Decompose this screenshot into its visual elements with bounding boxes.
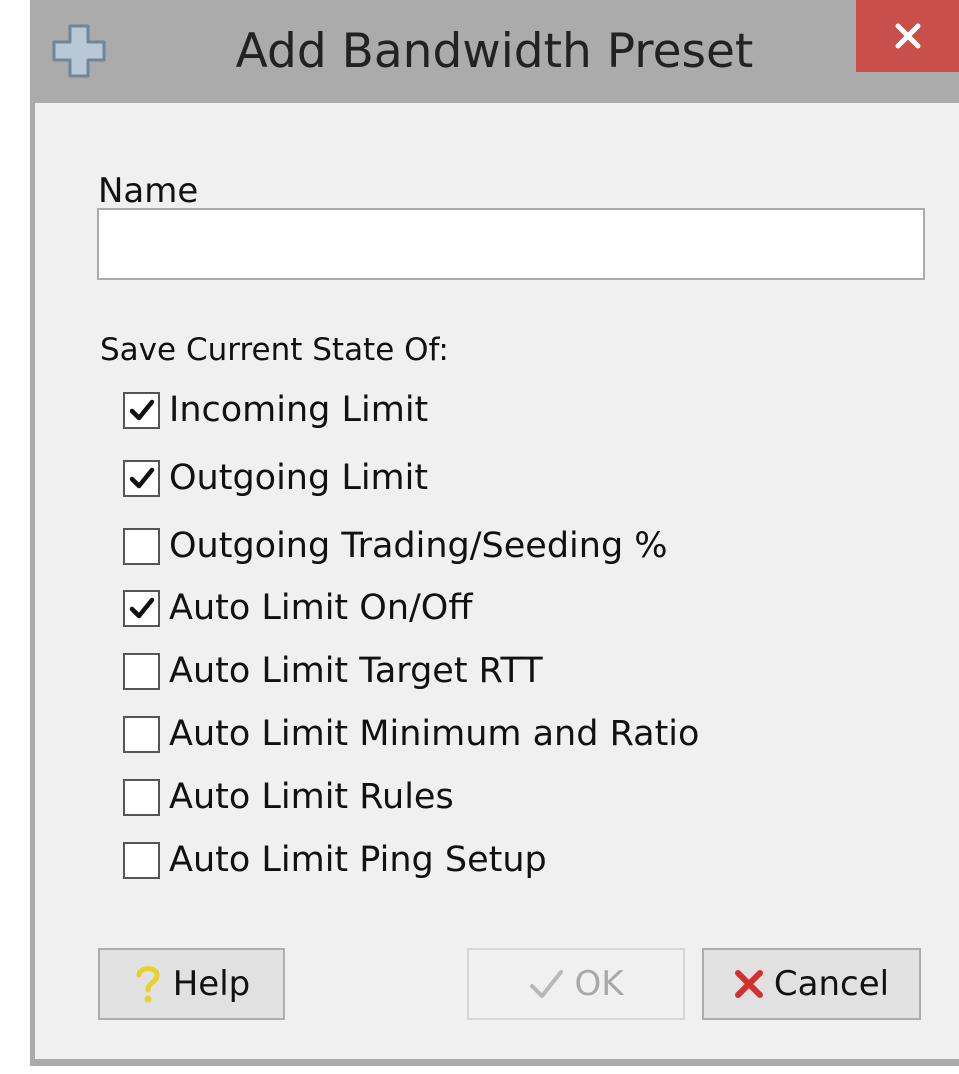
auto-limit-target-rtt-label: Auto Limit Target RTT (169, 651, 543, 691)
option-incoming-limit[interactable]: Incoming Limit (123, 385, 428, 435)
auto-limit-on-off-label: Auto Limit On/Off (169, 588, 473, 628)
option-outgoing-limit[interactable]: Outgoing Limit (123, 453, 428, 503)
save-current-state-label: Save Current State Of: (100, 332, 449, 368)
checkmark-icon (528, 967, 564, 1001)
question-mark-icon (133, 963, 163, 1005)
option-auto-limit-minimum-ratio[interactable]: Auto Limit Minimum and Ratio (123, 709, 699, 759)
incoming-limit-label: Incoming Limit (169, 390, 429, 430)
checkmark-icon (129, 399, 154, 421)
name-input[interactable] (97, 208, 925, 280)
add-plus-icon (52, 24, 106, 78)
outgoing-trading-seeding-label: Outgoing Trading/Seeding % (169, 526, 668, 566)
cancel-button[interactable]: Cancel (702, 948, 921, 1020)
auto-limit-target-rtt-checkbox[interactable] (123, 652, 160, 690)
x-mark-icon (734, 969, 764, 999)
close-button[interactable] (856, 0, 959, 72)
option-auto-limit-rules[interactable]: Auto Limit Rules (123, 772, 454, 822)
auto-limit-on-off-checkbox[interactable] (123, 589, 160, 627)
auto-limit-minimum-ratio-label: Auto Limit Minimum and Ratio (169, 714, 700, 754)
checkmark-icon (129, 597, 154, 619)
auto-limit-ping-setup-checkbox[interactable] (123, 841, 160, 879)
name-label: Name (98, 171, 199, 211)
ok-button[interactable]: OK (467, 948, 685, 1020)
dialog-body: Name Save Current State Of: Incoming Lim… (35, 103, 959, 1059)
dialog-window: Add Bandwidth Preset Name Save Current S… (30, 0, 959, 1066)
option-auto-limit-ping-setup[interactable]: Auto Limit Ping Setup (123, 835, 547, 885)
help-button[interactable]: Help (98, 948, 285, 1020)
cancel-button-label: Cancel (773, 964, 890, 1004)
checkmark-icon (129, 467, 154, 489)
auto-limit-minimum-ratio-checkbox[interactable] (123, 715, 160, 753)
auto-limit-rules-checkbox[interactable] (123, 778, 160, 816)
incoming-limit-checkbox[interactable] (123, 391, 160, 429)
option-auto-limit-on-off[interactable]: Auto Limit On/Off (123, 583, 472, 633)
option-auto-limit-target-rtt[interactable]: Auto Limit Target RTT (123, 646, 543, 696)
dialog-title: Add Bandwidth Preset (235, 24, 754, 79)
outgoing-trading-seeding-checkbox[interactable] (123, 527, 160, 565)
ok-button-label: OK (574, 964, 624, 1004)
auto-limit-ping-setup-label: Auto Limit Ping Setup (169, 840, 547, 880)
outgoing-limit-checkbox[interactable] (123, 459, 160, 497)
outgoing-limit-label: Outgoing Limit (169, 458, 429, 498)
title-bar[interactable]: Add Bandwidth Preset (30, 0, 959, 103)
auto-limit-rules-label: Auto Limit Rules (169, 777, 454, 817)
help-button-label: Help (172, 964, 251, 1004)
close-icon (895, 23, 920, 49)
option-outgoing-trading-seeding[interactable]: Outgoing Trading/Seeding % (123, 521, 668, 571)
